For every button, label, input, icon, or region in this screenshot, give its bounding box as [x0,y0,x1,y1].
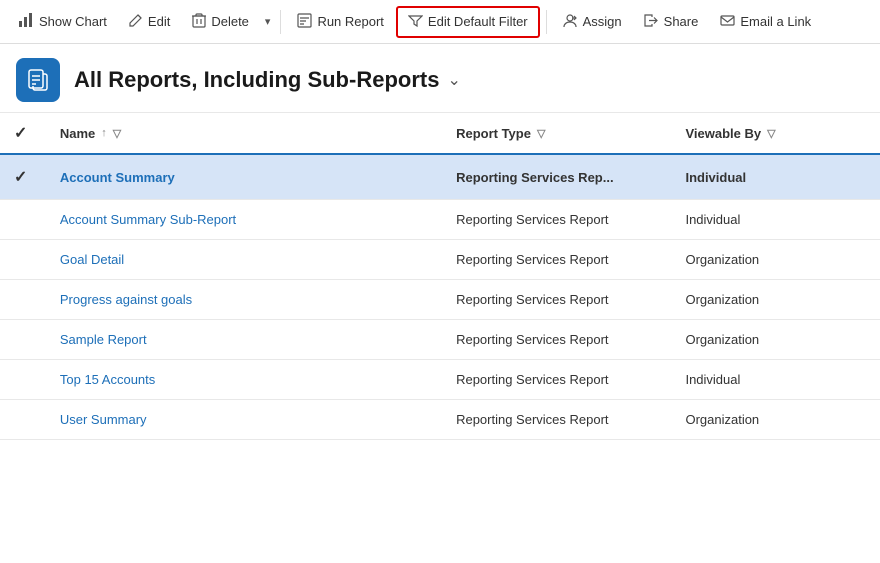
name-sort-icon[interactable]: ↑ [101,127,107,139]
run-report-label: Run Report [317,14,383,29]
row-viewable-by-cell: Individual [671,360,880,400]
row-check-cell[interactable] [0,240,46,280]
share-icon [644,13,659,31]
edit-button[interactable]: Edit [119,8,180,35]
header-checkmark: ✓ [14,125,27,142]
table-row[interactable]: Goal Detail Reporting Services ReportOrga… [0,240,880,280]
row-name-cell[interactable]: Account Summary [46,154,442,200]
name-filter-icon[interactable]: ▽ [113,127,121,140]
row-name-cell[interactable]: Goal Detail [46,240,442,280]
name-col-label: Name [60,126,95,141]
table-row[interactable]: Sample Report Reporting Services ReportOr… [0,320,880,360]
col-viewable-by: Viewable By ▽ [671,113,880,154]
row-viewable-by-cell: Organization [671,280,880,320]
table-header-row: ✓ Name ↑ ▽ Report Type ▽ [0,113,880,154]
row-viewable-by-cell: Organization [671,400,880,440]
reports-table-container: ✓ Name ↑ ▽ Report Type ▽ [0,113,880,554]
row-name-link[interactable]: Goal Detail [60,252,124,267]
row-report-type-cell: Reporting Services Report [442,200,671,240]
page-icon [16,58,60,102]
page-title: All Reports, Including Sub-Reports [74,67,439,93]
delete-label: Delete [211,14,249,29]
share-label: Share [664,14,699,29]
row-report-type-cell: Reporting Services Report [442,360,671,400]
table-row[interactable]: Top 15 Accounts Reporting Services Report… [0,360,880,400]
row-checkmark: ✓ [14,169,27,186]
table-row[interactable]: Account Summary Sub-Report Reporting Serv… [0,200,880,240]
table-body: ✓ Account Summary Reporting Services Rep..… [0,154,880,440]
table-row[interactable]: Progress against goals Reporting Services… [0,280,880,320]
row-name-cell[interactable]: Progress against goals [46,280,442,320]
row-check-cell[interactable] [0,400,46,440]
row-name-cell[interactable]: User Summary [46,400,442,440]
show-chart-button[interactable]: Show Chart [8,7,117,36]
email-link-label: Email a Link [740,14,811,29]
delete-icon [192,13,206,31]
row-report-type-cell: Reporting Services Rep... [442,154,671,200]
edit-default-filter-button[interactable]: Edit Default Filter [396,6,540,38]
report-type-filter-icon[interactable]: ▽ [537,127,545,140]
row-viewable-by-cell: Individual [671,200,880,240]
delete-button[interactable]: Delete [182,8,259,36]
row-report-type-cell: Reporting Services Report [442,400,671,440]
table-row[interactable]: User Summary Reporting Services ReportOrg… [0,400,880,440]
row-check-cell[interactable] [0,360,46,400]
run-report-icon [297,13,312,31]
row-report-type-cell: Reporting Services Report [442,320,671,360]
edit-icon [129,13,143,30]
row-name-link[interactable]: User Summary [60,412,147,427]
viewable-by-filter-icon[interactable]: ▽ [767,127,775,140]
header-title-area: All Reports, Including Sub-Reports ⌄ [74,67,461,93]
title-chevron-icon[interactable]: ⌄ [447,70,460,90]
show-chart-label: Show Chart [39,14,107,29]
row-name-link[interactable]: Progress against goals [60,292,192,307]
row-viewable-by-cell: Individual [671,154,880,200]
email-link-button[interactable]: Email a Link [710,8,821,36]
assign-icon [563,13,578,31]
row-report-type-cell: Reporting Services Report [442,240,671,280]
toolbar: Show Chart Edit Delete ▾ [0,0,880,44]
edit-default-filter-label: Edit Default Filter [428,14,528,29]
toolbar-divider-1 [280,10,281,34]
run-report-button[interactable]: Run Report [287,8,393,36]
col-check: ✓ [0,113,46,154]
row-name-link[interactable]: Account Summary [60,170,175,185]
assign-button[interactable]: Assign [553,8,632,36]
row-name-cell[interactable]: Sample Report [46,320,442,360]
report-type-col-label: Report Type [456,126,531,141]
col-report-type: Report Type ▽ [442,113,671,154]
chevron-down-icon: ▾ [265,15,271,28]
row-check-cell[interactable] [0,200,46,240]
row-check-cell[interactable]: ✓ [0,154,46,200]
row-name-cell[interactable]: Account Summary Sub-Report [46,200,442,240]
row-report-type-cell: Reporting Services Report [442,280,671,320]
row-name-cell[interactable]: Top 15 Accounts [46,360,442,400]
email-link-icon [720,13,735,31]
share-button[interactable]: Share [634,8,709,36]
row-name-link[interactable]: Account Summary Sub-Report [60,212,236,227]
reports-table: ✓ Name ↑ ▽ Report Type ▽ [0,113,880,440]
row-check-cell[interactable] [0,320,46,360]
col-name: Name ↑ ▽ [46,113,442,154]
row-viewable-by-cell: Organization [671,320,880,360]
assign-label: Assign [583,14,622,29]
more-actions-button[interactable]: ▾ [261,10,275,33]
row-viewable-by-cell: Organization [671,240,880,280]
page-header: All Reports, Including Sub-Reports ⌄ [0,44,880,113]
edit-default-filter-icon [408,13,423,31]
edit-label: Edit [148,14,170,29]
toolbar-divider-2 [546,10,547,34]
row-name-link[interactable]: Sample Report [60,332,147,347]
show-chart-icon [18,12,34,31]
row-check-cell[interactable] [0,280,46,320]
viewable-by-col-label: Viewable By [685,126,761,141]
table-row[interactable]: ✓ Account Summary Reporting Services Rep..… [0,154,880,200]
row-name-link[interactable]: Top 15 Accounts [60,372,155,387]
